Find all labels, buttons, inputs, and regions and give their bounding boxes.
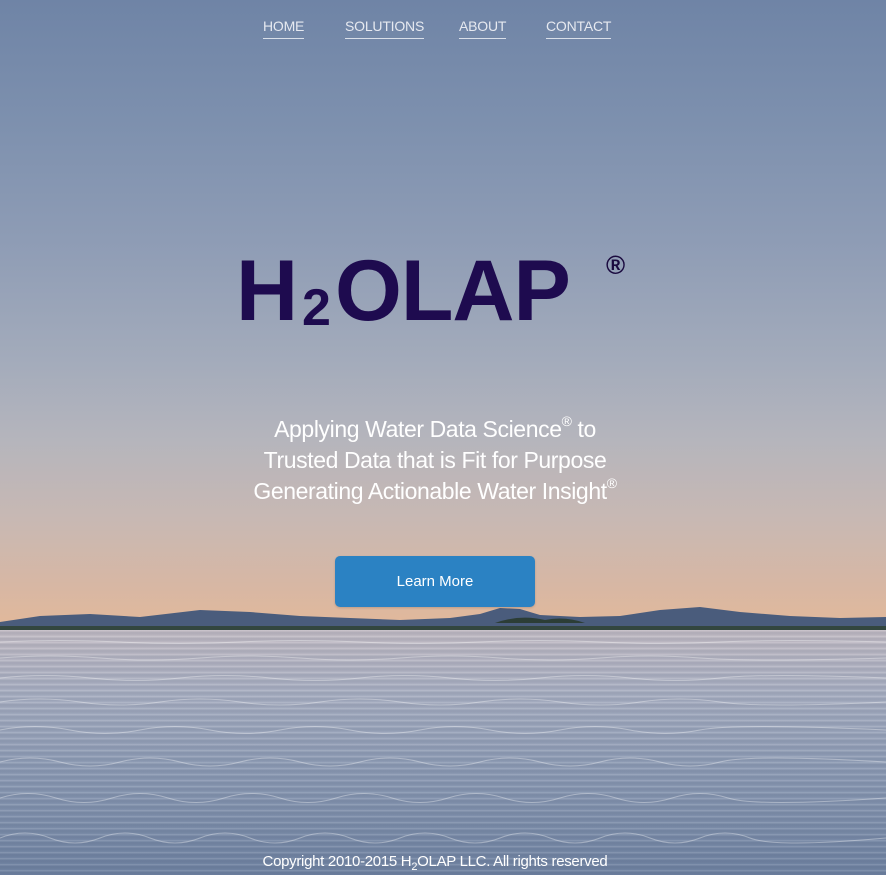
footer-copyright-prefix: Copyright 2010-2015 H <box>262 853 412 870</box>
water-ripples <box>0 640 886 844</box>
hero-tagline: Applying Water Data Science® to Trusted … <box>0 414 870 507</box>
tagline-line-1-text: Applying Water Data Science <box>274 416 562 442</box>
tagline-line-3-mark: ® <box>606 475 617 492</box>
nav-item-about[interactable]: ABOUT <box>459 18 506 39</box>
nav-item-solutions[interactable]: SOLUTIONS <box>345 18 424 39</box>
tagline-line-3-text: Generating Actionable Water Insight <box>253 478 607 504</box>
learn-more-button[interactable]: Learn More <box>335 556 535 607</box>
logo-wordmark-olap: OLAP <box>335 243 571 339</box>
tagline-line-1: Applying Water Data Science® to <box>0 414 870 445</box>
tagline-line-3: Generating Actionable Water Insight® <box>0 476 870 507</box>
footer-copyright-suffix: OLAP LLC. All rights reserved <box>417 853 608 870</box>
footer-copyright-subscript: 2 <box>411 861 418 873</box>
tagline-line-1-tail: to <box>571 416 597 442</box>
tagline-line-1-mark: ® <box>561 413 572 430</box>
logo-registered-mark: ® <box>606 250 626 280</box>
logo-subscript: 2 <box>302 279 331 337</box>
h2olap-logo: H 2 OLAP ® <box>236 248 636 344</box>
tagline-line-2: Trusted Data that is Fit for Purpose <box>263 447 607 473</box>
nav-item-contact[interactable]: CONTACT <box>546 18 611 39</box>
footer-copyright: Copyright 2010-2015 H2OLAP LLC. All righ… <box>0 852 870 873</box>
nav-item-home[interactable]: HOME <box>263 18 304 39</box>
logo-letter-h: H <box>236 243 298 339</box>
